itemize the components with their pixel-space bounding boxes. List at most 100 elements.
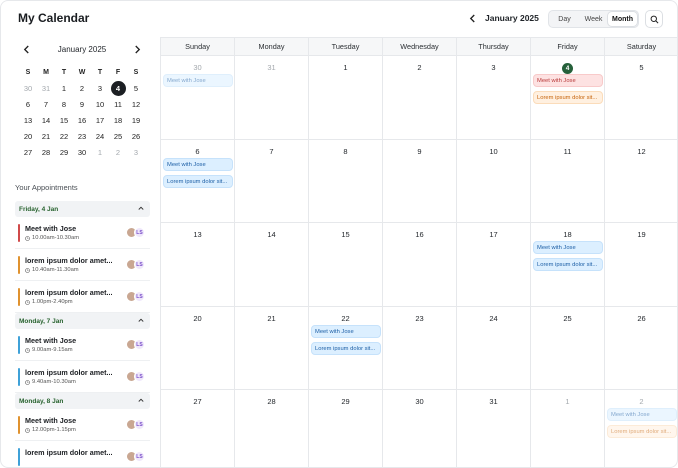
day-cell[interactable]: 28 — [235, 390, 309, 467]
calendar-event[interactable]: Meet with Jose — [533, 241, 603, 254]
chevron-left-icon[interactable] — [467, 12, 477, 24]
day-cell[interactable]: 24 — [457, 306, 531, 389]
day-cell[interactable]: 15 — [309, 223, 383, 306]
chevron-up-icon[interactable] — [138, 397, 144, 405]
mini-day[interactable]: 25 — [109, 128, 127, 144]
mini-day[interactable]: 30 — [73, 144, 91, 160]
mini-day[interactable]: 2 — [73, 80, 91, 96]
calendar-event[interactable]: Meet with Jose — [607, 408, 677, 421]
day-cell[interactable]: 31 — [235, 56, 309, 139]
day-cell[interactable]: 4 Meet with Jose Lorem ipsum dolor sit... — [531, 56, 605, 139]
calendar-event[interactable]: Meet with Jose — [311, 324, 381, 338]
appointment-item[interactable]: Meet with Jose 9.00am-9.15am LS — [15, 329, 150, 361]
chevron-up-icon[interactable] — [138, 205, 144, 213]
mini-day[interactable]: 31 — [37, 80, 55, 96]
day-cell[interactable]: 21 — [235, 306, 309, 389]
appointment-item[interactable]: lorem ipsum dolor amet... 1.00pm-2.40pm LS — [15, 281, 150, 313]
day-cell[interactable]: 20 — [161, 306, 235, 389]
mini-day[interactable]: 17 — [91, 112, 109, 128]
day-cell[interactable]: 2 Meet with Jose Lorem ipsum dolor sit... — [605, 390, 677, 467]
mini-day[interactable]: 23 — [73, 128, 91, 144]
mini-day[interactable]: 4 — [109, 80, 127, 96]
appointment-item[interactable]: lorem ipsum dolor amet... 10.40am-11.30am… — [15, 249, 150, 281]
day-cell[interactable]: 30 Meet with Jose — [161, 56, 235, 139]
mini-day[interactable]: 29 — [55, 144, 73, 160]
calendar-event[interactable]: Meet with Jose — [533, 74, 603, 87]
calendar-event[interactable]: Lorem ipsum dolor sit... — [163, 174, 233, 188]
mini-next-chevron-icon[interactable] — [133, 43, 143, 55]
view-day-button[interactable]: Day — [550, 12, 579, 26]
day-cell[interactable]: 10 — [457, 139, 531, 222]
mini-day[interactable]: 11 — [109, 96, 127, 112]
day-cell[interactable]: 13 — [161, 223, 235, 306]
mini-day[interactable]: 10 — [91, 96, 109, 112]
mini-day[interactable]: 3 — [91, 80, 109, 96]
appointment-item[interactable]: lorem ipsum dolor amet... 9.40am-10.30am L… — [15, 361, 150, 393]
appointment-group-header[interactable]: Monday, 7 Jan — [15, 313, 150, 329]
mini-day[interactable]: 7 — [37, 96, 55, 112]
calendar-event[interactable]: Lorem ipsum dolor sit... — [607, 425, 677, 438]
mini-day[interactable]: 22 — [55, 128, 73, 144]
mini-day[interactable]: 26 — [127, 128, 145, 144]
appointment-item[interactable]: Meet with Jose 12.00pm-1.15pm LS — [15, 409, 150, 441]
mini-day[interactable]: 8 — [55, 96, 73, 112]
mini-day[interactable]: 1 — [55, 80, 73, 96]
appointment-item[interactable]: Meet with Jose 10.00am-10.30am LS — [15, 217, 150, 249]
mini-day[interactable]: 21 — [37, 128, 55, 144]
mini-day[interactable]: 20 — [19, 128, 37, 144]
day-cell[interactable]: 5 — [605, 56, 677, 139]
day-cell[interactable]: 30 — [383, 390, 457, 467]
view-week-button[interactable]: Week — [579, 12, 608, 26]
mini-day[interactable]: 28 — [37, 144, 55, 160]
day-cell[interactable]: 2 — [383, 56, 457, 139]
calendar-event[interactable]: Lorem ipsum dolor sit... — [533, 258, 603, 271]
mini-day[interactable]: 16 — [73, 112, 91, 128]
mini-day[interactable]: 9 — [73, 96, 91, 112]
mini-prev-chevron-icon[interactable] — [21, 43, 31, 55]
chevron-up-icon[interactable] — [138, 317, 144, 325]
day-cell[interactable]: 27 — [161, 390, 235, 467]
mini-day[interactable]: 27 — [19, 144, 37, 160]
day-cell[interactable]: 7 — [235, 139, 309, 222]
calendar-event[interactable]: Lorem ipsum dolor sit... — [311, 341, 381, 355]
day-cell[interactable]: 23 — [383, 306, 457, 389]
mini-day[interactable]: 6 — [19, 96, 37, 112]
day-cell[interactable]: 29 — [309, 390, 383, 467]
appointment-item[interactable]: lorem ipsum dolor amet... LS — [15, 441, 150, 467]
day-cell[interactable]: 17 — [457, 223, 531, 306]
day-cell[interactable]: 19 — [605, 223, 677, 306]
day-cell[interactable]: 1 — [309, 56, 383, 139]
day-cell[interactable]: 26 — [605, 307, 677, 390]
mini-day[interactable]: 19 — [127, 112, 145, 128]
search-button[interactable] — [645, 10, 663, 28]
day-cell[interactable]: 14 — [235, 223, 309, 306]
appointment-group-header[interactable]: Friday, 4 Jan — [15, 201, 150, 217]
day-cell[interactable]: 25 — [531, 306, 605, 389]
mini-day[interactable]: 13 — [19, 112, 37, 128]
day-cell[interactable]: 12 — [605, 140, 677, 223]
mini-day[interactable]: 12 — [127, 96, 145, 112]
mini-day[interactable]: 3 — [127, 144, 145, 160]
day-cell[interactable]: 16 — [383, 223, 457, 306]
calendar-event[interactable]: Lorem ipsum dolor sit... — [533, 91, 603, 104]
day-cell[interactable]: 31 — [457, 390, 531, 467]
day-cell[interactable]: 11 — [531, 139, 605, 222]
day-cell[interactable]: 1 — [531, 390, 605, 467]
mini-day[interactable]: 30 — [19, 80, 37, 96]
day-cell[interactable]: 18 Meet with Jose Lorem ipsum dolor sit... — [531, 223, 605, 306]
mini-day[interactable]: 24 — [91, 128, 109, 144]
day-cell[interactable]: 9 — [383, 139, 457, 222]
mini-day[interactable]: 15 — [55, 112, 73, 128]
mini-day[interactable]: 18 — [109, 112, 127, 128]
day-cell[interactable]: 3 — [457, 56, 531, 139]
day-cell[interactable]: 22 Meet with Jose Lorem ipsum dolor sit... — [309, 306, 383, 389]
mini-day[interactable]: 5 — [127, 80, 145, 96]
calendar-event[interactable]: Meet with Jose — [163, 157, 233, 171]
appointment-group-header[interactable]: Monday, 8 Jan — [15, 393, 150, 409]
mini-day[interactable]: 14 — [37, 112, 55, 128]
day-cell[interactable]: 6 Meet with Jose Lorem ipsum dolor sit... — [161, 139, 235, 222]
day-cell[interactable]: 8 — [309, 139, 383, 222]
mini-day[interactable]: 2 — [109, 144, 127, 160]
view-month-button[interactable]: Month — [608, 12, 637, 26]
mini-day[interactable]: 1 — [91, 144, 109, 160]
